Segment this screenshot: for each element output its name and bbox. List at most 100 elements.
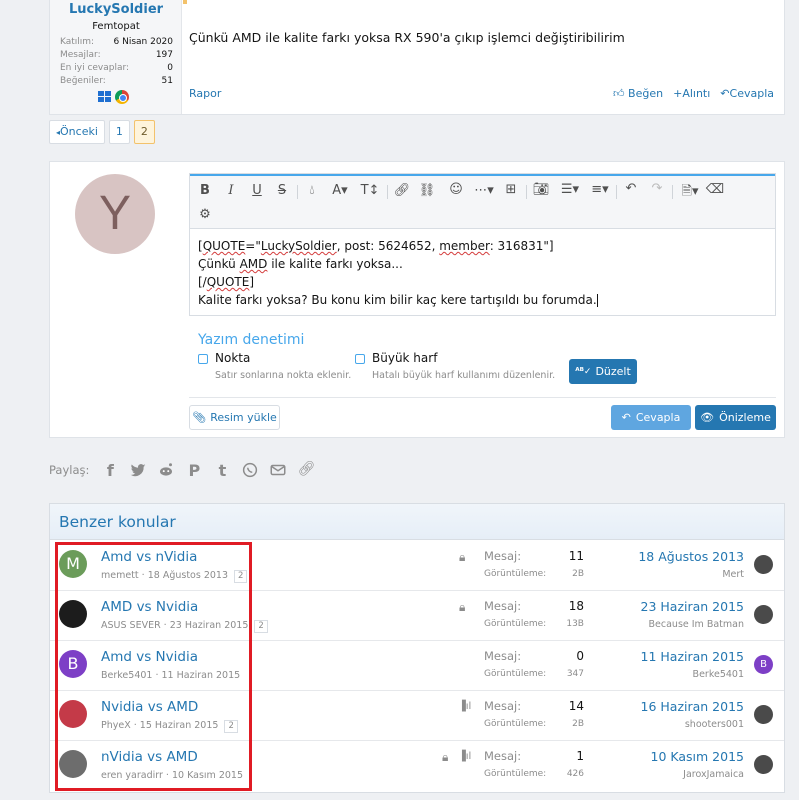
- nokta-hint: Satır sonlarına nokta eklenir.: [215, 370, 352, 381]
- pagination: ◂Önceki 1 2: [49, 120, 155, 144]
- views-count: 426: [566, 769, 584, 779]
- redo-icon[interactable]: ↷: [646, 181, 668, 196]
- last-poster[interactable]: Because Im Batman: [649, 619, 744, 630]
- eraser-icon[interactable]: ⌫: [704, 182, 726, 197]
- email-icon[interactable]: [269, 461, 287, 479]
- views-label: Görüntüleme:: [484, 569, 547, 579]
- underline-icon[interactable]: U: [246, 183, 268, 198]
- lock-icon: 🔒︎: [442, 750, 449, 764]
- submit-reply-button[interactable]: ↶ Cevapla: [611, 405, 691, 430]
- stat-joined: Katılım: 6 Nisan 2020: [60, 37, 173, 47]
- list-icon[interactable]: ☰▾: [556, 182, 584, 197]
- last-poster-avatar[interactable]: B: [754, 655, 773, 674]
- poll-icon: ▐ıl: [458, 751, 472, 762]
- windows-icon: [98, 91, 112, 103]
- tumblr-icon[interactable]: t: [213, 461, 231, 480]
- last-poster-avatar[interactable]: [754, 555, 773, 574]
- plus-icon: +: [673, 87, 683, 100]
- last-post-date[interactable]: 18 Ağustos 2013: [638, 549, 744, 564]
- page-1-button[interactable]: 1: [108, 120, 130, 144]
- drafts-icon[interactable]: 🗎▾: [676, 182, 704, 204]
- editor-content[interactable]: [QUOTE="LuckySoldier, post: 5624652, mem…: [198, 237, 598, 309]
- spellcheck-title: Yazım denetimi: [198, 332, 305, 348]
- gear-icon[interactable]: ⚙: [194, 207, 216, 222]
- lock-icon: 🔒︎: [459, 550, 466, 564]
- paperclip-icon: 📎︎: [192, 411, 207, 424]
- stat-best-answers: En iyi cevaplar: 0: [60, 63, 173, 73]
- camera-icon[interactable]: 📷︎: [530, 182, 552, 197]
- emoji-icon[interactable]: ☺: [445, 182, 467, 197]
- lock-icon: 🔒︎: [459, 600, 466, 614]
- stat-likes: Beğeniler: 51: [60, 76, 173, 86]
- reddit-icon[interactable]: [157, 461, 175, 479]
- stat-messages: Mesajlar: 197: [60, 50, 173, 60]
- align-icon[interactable]: ≡▾: [586, 182, 614, 197]
- last-post-date[interactable]: 10 Kasım 2015: [651, 749, 744, 764]
- post-username[interactable]: LuckySoldier: [50, 2, 182, 17]
- fix-button[interactable]: ᴬᴮ✓ Düzelt: [569, 359, 637, 384]
- views-label: Görüntüleme:: [484, 769, 547, 779]
- views-count: 2B: [572, 569, 584, 579]
- upload-image-button[interactable]: 📎︎ Resim yükle: [189, 405, 280, 430]
- thread-page-link[interactable]: 2: [254, 620, 268, 633]
- reply-icon: ↶: [621, 411, 631, 424]
- whatsapp-icon[interactable]: [241, 461, 259, 479]
- last-poster-avatar[interactable]: [754, 755, 773, 774]
- last-post-date[interactable]: 16 Haziran 2015: [641, 699, 744, 714]
- italic-icon[interactable]: I: [220, 183, 242, 198]
- last-poster-avatar[interactable]: [754, 605, 773, 624]
- text-caret: [596, 294, 598, 307]
- chrome-icon: [115, 90, 129, 104]
- color-drop-icon[interactable]: 💧︎: [301, 183, 323, 198]
- buyuk-harf-checkbox[interactable]: [355, 354, 365, 364]
- like-button[interactable]: 👍︎ Beğen: [613, 87, 663, 100]
- font-family-icon[interactable]: A▾: [326, 183, 354, 198]
- share-bar: Paylaş: f P t 🔗︎: [49, 461, 316, 480]
- facebook-icon[interactable]: f: [101, 461, 119, 480]
- last-post-date[interactable]: 11 Haziran 2015: [641, 649, 744, 664]
- editor-line: [/QUOTE]: [198, 275, 255, 289]
- buyuk-harf-label[interactable]: Büyük harf: [372, 351, 437, 365]
- strikethrough-icon[interactable]: S: [271, 183, 293, 198]
- preview-button[interactable]: 👁︎ Önizleme: [695, 405, 776, 430]
- messages-label: Mesaj:: [484, 699, 522, 713]
- post-message: LuckySoldier Femtopat Katılım: 6 Nisan 20…: [49, 0, 785, 115]
- messages-count: 0: [576, 649, 584, 663]
- reply-icon: ↶: [720, 87, 730, 100]
- last-poster[interactable]: shooters001: [685, 719, 744, 730]
- link-icon[interactable]: 🔗︎: [391, 183, 413, 198]
- undo-icon[interactable]: ↶: [620, 181, 642, 196]
- page-2-button[interactable]: 2: [133, 120, 155, 144]
- twitter-icon[interactable]: [129, 461, 147, 479]
- reply-button[interactable]: ↶Cevapla: [720, 87, 774, 100]
- last-post-date[interactable]: 23 Haziran 2015: [641, 599, 744, 614]
- poll-icon: ▐ıl: [458, 701, 472, 712]
- rich-text-editor[interactable]: B I U S 💧︎ A▾ T↕ 🔗︎ ⛓︎ ☺ ⋯▾ ⊞ 📷︎ ☰▾ ≡▾ ↶…: [189, 173, 776, 316]
- last-poster[interactable]: JaroxJamaica: [683, 769, 744, 780]
- share-label: Paylaş:: [49, 463, 90, 477]
- unlink-icon[interactable]: ⛓︎: [416, 183, 438, 198]
- nokta-label[interactable]: Nokta: [215, 351, 250, 365]
- messages-count: 18: [568, 599, 584, 613]
- quote-button[interactable]: +Alıntı: [673, 87, 710, 100]
- last-poster[interactable]: Berke5401: [693, 669, 744, 680]
- more-icon[interactable]: ⋯▾: [470, 183, 498, 198]
- last-poster[interactable]: Mert: [722, 569, 744, 580]
- pinterest-icon[interactable]: P: [185, 461, 203, 480]
- quick-reply: Y B I U S 💧︎ A▾ T↕ 🔗︎ ⛓︎ ☺ ⋯▾ ⊞ 📷︎ ☰▾ ≡▾…: [49, 161, 785, 438]
- avatar[interactable]: Y: [75, 174, 155, 254]
- link-icon[interactable]: 🔗︎: [297, 461, 316, 479]
- font-size-icon[interactable]: T↕: [356, 183, 384, 198]
- messages-count: 14: [568, 699, 584, 713]
- preview-label: Önizleme: [719, 411, 771, 424]
- bold-icon[interactable]: B: [194, 183, 216, 198]
- last-poster-avatar[interactable]: [754, 705, 773, 724]
- prev-page-button[interactable]: ◂Önceki: [49, 120, 105, 144]
- report-link[interactable]: Rapor: [189, 87, 221, 100]
- editor-line: [QUOTE="LuckySoldier, post: 5624652, mem…: [198, 239, 554, 253]
- messages-label: Mesaj:: [484, 649, 522, 663]
- spellcheck-icon: ᴬᴮ✓: [575, 366, 592, 377]
- post-user-title: Femtopat: [92, 21, 140, 32]
- nokta-checkbox[interactable]: [198, 354, 208, 364]
- table-icon[interactable]: ⊞: [500, 182, 522, 197]
